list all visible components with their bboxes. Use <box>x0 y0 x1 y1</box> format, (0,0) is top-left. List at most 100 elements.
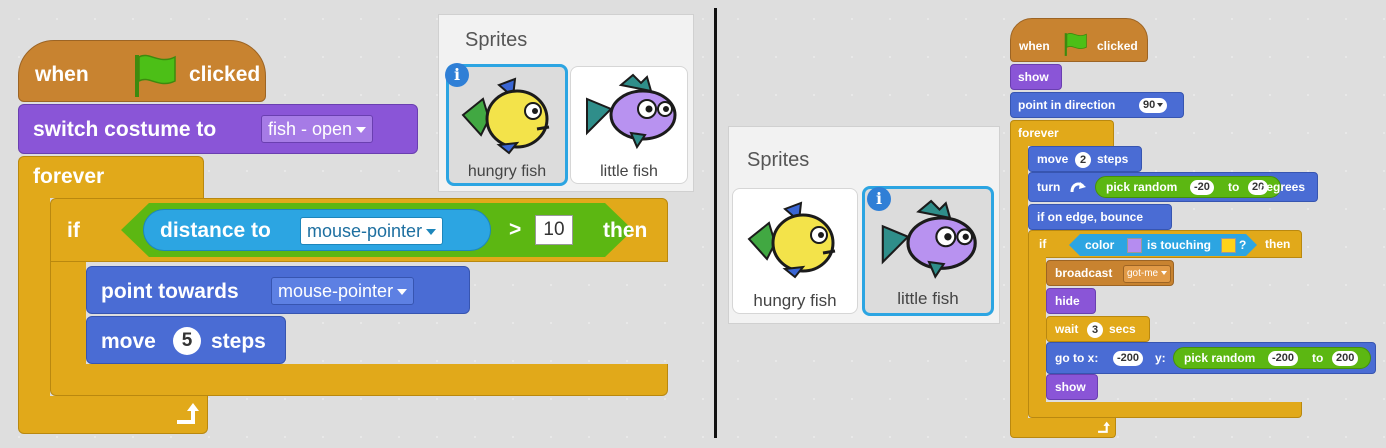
random-from-input[interactable]: -200 <box>1268 351 1299 366</box>
chevron-down-icon <box>426 229 436 235</box>
point-towards-dropdown[interactable]: mouse-pointer <box>271 277 415 305</box>
distance-to-reporter[interactable]: distance to mouse-pointer <box>143 209 491 251</box>
secs-label: secs <box>1109 322 1136 336</box>
pick-random-label: pick random <box>1106 180 1178 194</box>
move-steps-input[interactable]: 5 <box>173 327 201 355</box>
if-block[interactable]: if distance to mouse-pointer > 10 then <box>50 198 668 262</box>
panel-divider <box>714 8 717 438</box>
go-to-xy-block[interactable]: go to x: -200 y: pick random -200 to 200 <box>1046 342 1376 374</box>
costume-dropdown-value: fish - open <box>268 119 353 139</box>
if-block[interactable]: if color is touching ? then <box>1028 230 1302 258</box>
when-label: when <box>1019 39 1050 53</box>
bounce-block[interactable]: if on edge, bounce <box>1028 204 1172 230</box>
color-touching-reporter[interactable]: color is touching ? <box>1069 234 1257 256</box>
to-label: to <box>1312 351 1324 365</box>
broadcast-message-dropdown[interactable]: got-me <box>1123 265 1172 283</box>
chevron-down-icon <box>397 289 408 296</box>
move-label: move <box>101 330 156 353</box>
if-bottom <box>50 364 668 396</box>
then-label: then <box>603 219 648 242</box>
info-icon[interactable]: i <box>445 63 469 87</box>
chevron-down-icon <box>1161 271 1168 276</box>
sprite-tile-hungry-fish[interactable]: hungry fish <box>732 188 858 314</box>
sprite-tile-hungry-fish[interactable]: hungry fish i <box>445 63 568 186</box>
when-flag-clicked-block[interactable]: when clicked <box>18 40 266 102</box>
loop-arrow-icon <box>177 403 199 424</box>
color-swatch-yellow[interactable] <box>1221 238 1236 253</box>
show-block[interactable]: show <box>1010 64 1062 90</box>
sprites-title: Sprites <box>465 29 528 51</box>
info-icon[interactable]: i <box>867 187 891 211</box>
rotate-clockwise-icon <box>1070 182 1086 193</box>
color-swatch-purple[interactable] <box>1127 238 1142 253</box>
costume-dropdown[interactable]: fish - open <box>261 115 374 143</box>
little-fish-thumbnail <box>586 73 677 150</box>
sprites-title: Sprites <box>747 149 810 171</box>
distance-target-value: mouse-pointer <box>307 221 423 241</box>
forever-block[interactable]: forever <box>18 156 204 198</box>
forever-bottom <box>1010 418 1116 438</box>
hide-block[interactable]: hide <box>1046 288 1096 314</box>
forever-label: forever <box>1018 126 1059 140</box>
green-flag-icon <box>135 54 176 97</box>
turn-label: turn <box>1037 180 1061 194</box>
if-label: if <box>1039 237 1047 251</box>
hungry-fish-thumbnail <box>461 77 550 155</box>
distance-to-label: distance to <box>160 219 271 242</box>
wait-secs-input[interactable]: 3 <box>1087 322 1103 338</box>
if-label: if <box>67 219 80 242</box>
sprite-tile-little-fish[interactable]: little fish <box>570 66 688 184</box>
go-to-x-input[interactable]: -200 <box>1113 351 1144 366</box>
pick-random-reporter[interactable]: pick random -20 to 20 <box>1095 176 1281 198</box>
turn-degrees-block[interactable]: turn pick random -20 to 20 degrees <box>1028 172 1318 202</box>
sprite-name: little fish <box>600 163 658 180</box>
switch-costume-block[interactable]: switch costume to fish - open <box>18 104 418 154</box>
if-arm <box>1028 256 1046 404</box>
show-label: show <box>1055 380 1086 394</box>
color-label: color <box>1085 238 1115 252</box>
wait-secs-block[interactable]: wait 3 secs <box>1046 316 1150 342</box>
pick-random-reporter[interactable]: pick random -200 to 200 <box>1173 347 1371 369</box>
forever-block[interactable]: forever <box>1010 120 1114 146</box>
sprite-name: little fish <box>897 289 959 308</box>
bounce-label: if on edge, bounce <box>1037 210 1144 224</box>
broadcast-label: broadcast <box>1055 266 1113 280</box>
is-touching-label: is touching <box>1147 238 1211 252</box>
greater-than-symbol: > <box>509 218 522 241</box>
hide-label: hide <box>1055 294 1080 308</box>
sprite-name: hungry fish <box>753 291 837 310</box>
point-in-direction-block[interactable]: point in direction 90 <box>1010 92 1184 118</box>
then-label: then <box>1265 237 1291 251</box>
move-steps-input[interactable]: 2 <box>1075 152 1091 168</box>
greater-than-operator[interactable]: distance to mouse-pointer > 10 <box>121 203 633 257</box>
when-label: when <box>35 63 89 86</box>
when-flag-clicked-block[interactable]: when clicked <box>1010 18 1148 62</box>
chevron-down-icon <box>356 127 367 134</box>
show-block[interactable]: show <box>1046 374 1098 400</box>
chevron-down-icon <box>1157 103 1164 108</box>
forever-bottom <box>18 396 208 434</box>
compare-value-input[interactable]: 10 <box>535 215 573 245</box>
point-towards-value: mouse-pointer <box>278 281 394 301</box>
move-steps-block[interactable]: move 5 steps <box>86 316 286 364</box>
random-from-input[interactable]: -20 <box>1190 180 1214 195</box>
sprite-tile-little-fish[interactable]: little fish i <box>862 186 994 316</box>
question-mark: ? <box>1239 238 1247 252</box>
random-to-input[interactable]: 200 <box>1332 351 1359 366</box>
broadcast-message-value: got-me <box>1127 268 1159 279</box>
direction-value: 90 <box>1143 99 1156 111</box>
clicked-label: clicked <box>189 63 261 86</box>
distance-target-dropdown[interactable]: mouse-pointer <box>300 217 443 245</box>
point-towards-block[interactable]: point towards mouse-pointer <box>86 266 470 314</box>
if-arm <box>50 262 86 364</box>
direction-dropdown[interactable]: 90 <box>1139 98 1168 113</box>
move-steps-block[interactable]: move 2 steps <box>1028 146 1142 172</box>
hungry-fish-thumbnail <box>747 201 836 279</box>
go-to-x-label: go to x: <box>1055 351 1099 365</box>
sprite-name: hungry fish <box>467 163 547 180</box>
steps-label: steps <box>1097 152 1129 166</box>
forever-arm <box>18 196 50 396</box>
green-flag-icon <box>1064 33 1087 56</box>
broadcast-block[interactable]: broadcast got-me <box>1046 260 1174 286</box>
y-label: y: <box>1155 351 1166 365</box>
